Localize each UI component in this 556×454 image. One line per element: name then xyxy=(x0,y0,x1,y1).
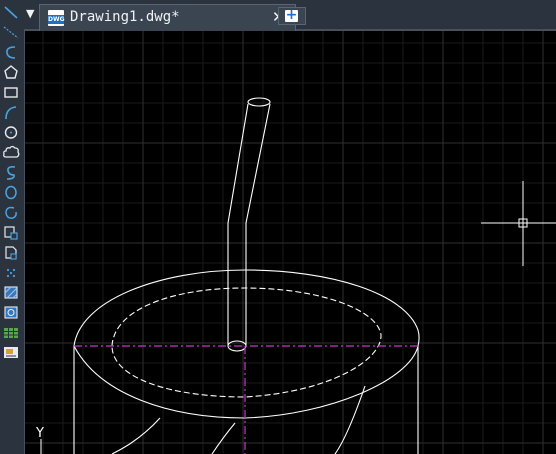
polygon-icon[interactable] xyxy=(2,64,20,81)
region-icon[interactable] xyxy=(2,304,20,321)
multiline-text-icon[interactable] xyxy=(2,344,20,361)
revision-cloud-icon[interactable] xyxy=(2,144,20,161)
hatch-icon[interactable] xyxy=(2,284,20,301)
ucs-y-label: Y xyxy=(35,426,44,441)
construction-line-icon[interactable] xyxy=(2,24,20,41)
circle-icon[interactable] xyxy=(2,124,20,141)
insert-block-icon[interactable] xyxy=(2,224,20,241)
draw-toolbar xyxy=(0,0,25,454)
make-block-icon[interactable] xyxy=(2,244,20,261)
line-icon[interactable] xyxy=(2,4,20,21)
arc-icon[interactable] xyxy=(2,104,20,121)
rectangle-icon[interactable] xyxy=(2,84,20,101)
polyline-icon[interactable] xyxy=(2,44,20,61)
drawing-canvas[interactable]: Y xyxy=(25,31,556,454)
table-icon[interactable] xyxy=(2,324,20,341)
spline-icon[interactable] xyxy=(2,164,20,181)
ellipse-arc-icon[interactable] xyxy=(2,204,20,221)
dwg-file-icon: DWG xyxy=(48,10,65,26)
file-tab-bar: ▼ DWG Drawing1.dwg* ✕ + xyxy=(24,0,556,31)
ellipse-icon[interactable] xyxy=(2,184,20,201)
new-tab-icon: + xyxy=(285,7,298,23)
point-icon[interactable] xyxy=(2,264,20,281)
tab-menu-dropdown[interactable]: ▼ xyxy=(26,7,34,20)
new-tab-button[interactable]: + xyxy=(278,7,306,25)
tab-drawing1[interactable]: DWG Drawing1.dwg* ✕ xyxy=(39,4,296,31)
tab-title: Drawing1.dwg* xyxy=(70,9,180,25)
